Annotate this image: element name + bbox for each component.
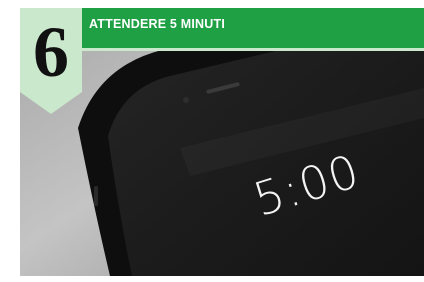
step-title: ATTENDERE 5 MINUTI <box>89 17 226 31</box>
phone-camera <box>183 97 189 103</box>
step-number: 6 <box>33 12 69 92</box>
phone-side-button <box>94 186 98 206</box>
